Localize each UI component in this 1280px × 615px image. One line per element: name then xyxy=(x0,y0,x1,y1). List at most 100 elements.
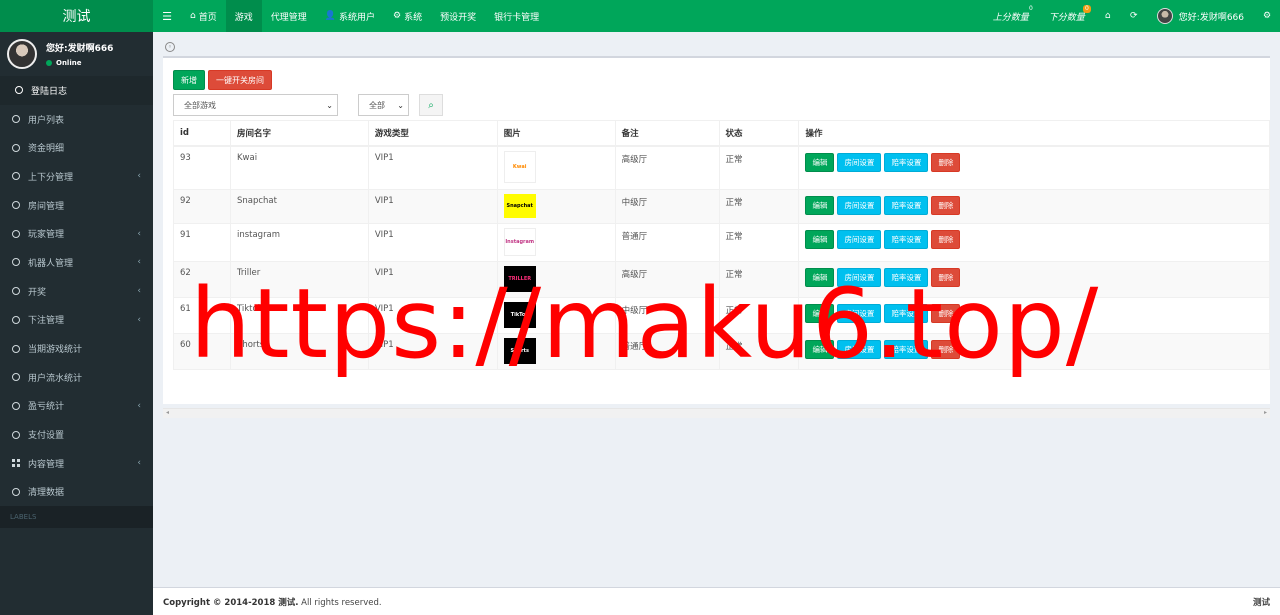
sidebar-item-14[interactable]: 清理数据 xyxy=(0,478,153,507)
delete-button[interactable]: 删除 xyxy=(931,196,961,215)
type-select[interactable]: 全部 ⌄ xyxy=(358,94,409,116)
home-icon[interactable]: ⌂ xyxy=(1095,0,1121,32)
home-icon: ⌂ xyxy=(190,11,196,21)
odds-settings-button[interactable]: 赔率设置 xyxy=(884,268,929,287)
circle-icon xyxy=(12,401,20,410)
nav-item-6[interactable]: 银行卡管理 xyxy=(485,0,548,32)
delete-button[interactable]: 删除 xyxy=(931,230,961,249)
room-settings-button[interactable]: 房间设置 xyxy=(837,152,882,172)
search-button[interactable]: ⌕ xyxy=(419,94,443,116)
sidebar-item-3[interactable]: 上下分管理 ‹ xyxy=(0,162,153,191)
horizontal-scrollbar[interactable]: ◂ ▸ xyxy=(163,408,1270,418)
nav-item-1[interactable]: 游戏 xyxy=(225,0,262,32)
app-logo[interactable]: 测试 xyxy=(0,0,153,32)
cell-note: 高级厅 xyxy=(614,261,720,298)
sidebar-item-9[interactable]: 当期游戏统计 xyxy=(0,334,153,363)
odds-settings-button[interactable]: 赔率设置 xyxy=(884,152,929,172)
table-row: 92 Snapchat VIP1 Snapchat 中级厅 正常 编辑 房间设置 赔率设置 删除 xyxy=(173,189,1270,224)
room-settings-button[interactable]: 房间设置 xyxy=(837,268,882,287)
delete-button[interactable]: 删除 xyxy=(931,268,961,287)
edit-button[interactable]: 编辑 xyxy=(805,340,835,359)
table-row: 62 Triller VIP1 TRILLER 高级厅 正常 编辑 房间设置 赔率设置 删除 xyxy=(173,261,1270,298)
sidebar-item-6[interactable]: 机器人管理 ‹ xyxy=(0,248,153,277)
footer: Copyright © 2014-2018 测试. All rights res… xyxy=(153,587,1280,615)
sidebar-item-13[interactable]: 内容管理 ‹ xyxy=(0,449,153,478)
up-points-badge: 0 xyxy=(1028,5,1033,12)
sidebar-item-2[interactable]: 资金明细 xyxy=(0,133,153,162)
add-button[interactable]: 新增 xyxy=(173,70,205,90)
refresh-icon[interactable]: ⟳ xyxy=(1121,0,1147,32)
user-menu[interactable]: 您好:发财啊666 xyxy=(1147,0,1254,32)
edit-button[interactable]: 编辑 xyxy=(805,268,835,287)
app-title: 测试 xyxy=(62,9,91,25)
up-points-label: 上分数量 xyxy=(992,12,1029,23)
sidebar-item-5[interactable]: 玩家管理 ‹ xyxy=(0,219,153,248)
menu-icon[interactable]: ☰ xyxy=(153,0,181,32)
dashboard-icon[interactable]: ◦ xyxy=(165,42,175,52)
sidebar-item-11[interactable]: 盈亏统计 ‹ xyxy=(0,392,153,421)
toggle-rooms-button[interactable]: 一键开关房间 xyxy=(208,70,272,90)
row-actions: 编辑 房间设置 赔率设置 删除 xyxy=(805,230,1263,249)
sidebar-item-0[interactable]: 登陆日志 xyxy=(0,76,153,105)
edit-button[interactable]: 编辑 xyxy=(805,152,835,172)
nav-item-label: 系统用户 xyxy=(338,12,375,23)
sidebar-item-10[interactable]: 用户流水统计 xyxy=(0,363,153,392)
nav-item-0[interactable]: ⌂ 首页 xyxy=(181,0,226,32)
sidebar-item-label: 上下分管理 xyxy=(28,172,74,183)
cell-type: VIP1 xyxy=(367,261,498,298)
circle-icon xyxy=(12,430,20,439)
cell-status: 正常 xyxy=(718,261,800,298)
row-actions: 编辑 房间设置 赔率设置 删除 xyxy=(805,304,1263,323)
nav-item-3[interactable]: 👤 系统用户 xyxy=(316,0,384,32)
cell-id: 93 xyxy=(173,145,231,190)
chevron-down-icon: ⌄ xyxy=(326,100,333,110)
column-header: 备注 xyxy=(614,120,720,147)
main-content: ◦ 新增 一键开关房间 全部游戏 ⌄ 全部 ⌄ ⌕ id 房间名字 游戏类型 图片 备注… xyxy=(153,32,1280,587)
delete-button[interactable]: 删除 xyxy=(931,304,961,323)
edit-button[interactable]: 编辑 xyxy=(805,304,835,323)
nav-item-5[interactable]: 预设开奖 xyxy=(431,0,485,32)
edit-button[interactable]: 编辑 xyxy=(805,230,835,249)
sidebar: 您好:发财啊666 Online 登陆日志 用户列表 资金明细 上下分管理 ‹ 房间管理玩… xyxy=(0,32,153,615)
user-panel: 您好:发财啊666 Online xyxy=(0,32,153,76)
cell-name: Snapchat xyxy=(229,189,369,224)
odds-settings-button[interactable]: 赔率设置 xyxy=(884,230,929,249)
sidebar-item-7[interactable]: 开奖 ‹ xyxy=(0,277,153,306)
nav-right: 上分数量 0 下分数量 0 ⌂ ⟳ 您好:发财啊666 ⚙ xyxy=(983,0,1280,32)
sidebar-item-1[interactable]: 用户列表 xyxy=(0,105,153,134)
user-icon: 👤 xyxy=(324,11,336,21)
cell-name: Tiktok xyxy=(229,297,369,334)
sidebar-item-8[interactable]: 下注管理 ‹ xyxy=(0,306,153,335)
up-points-link[interactable]: 上分数量 0 xyxy=(983,0,1039,32)
sidebar-item-4[interactable]: 房间管理 xyxy=(0,191,153,220)
scroll-left-icon[interactable]: ◂ xyxy=(166,409,169,416)
delete-button[interactable]: 删除 xyxy=(931,340,961,359)
room-settings-button[interactable]: 房间设置 xyxy=(837,230,882,249)
circle-icon xyxy=(12,229,20,238)
scroll-right-icon[interactable]: ▸ xyxy=(1264,409,1267,416)
cell-note: 高级厅 xyxy=(614,145,720,190)
room-settings-button[interactable]: 房间设置 xyxy=(837,304,882,323)
sidebar-section-header: LABELS xyxy=(0,506,153,529)
cell-name: Triller xyxy=(229,261,369,298)
room-settings-button[interactable]: 房间设置 xyxy=(837,196,882,215)
room-settings-button[interactable]: 房间设置 xyxy=(837,340,882,359)
cell-note: 中级厅 xyxy=(614,297,720,334)
nav-item-2[interactable]: 代理管理 xyxy=(262,0,316,32)
odds-settings-button[interactable]: 赔率设置 xyxy=(884,340,929,359)
room-image: Shorts xyxy=(503,338,536,364)
delete-button[interactable]: 删除 xyxy=(931,152,961,172)
toolbar: 新增 一键开关房间 xyxy=(173,70,272,90)
game-select[interactable]: 全部游戏 ⌄ xyxy=(173,94,338,116)
nav-item-label: 首页 xyxy=(198,12,217,23)
down-points-link[interactable]: 下分数量 0 xyxy=(1039,0,1095,32)
column-header: 房间名字 xyxy=(229,120,369,147)
odds-settings-button[interactable]: 赔率设置 xyxy=(884,196,929,215)
settings-gears-icon[interactable]: ⚙ xyxy=(1254,0,1280,32)
sidebar-item-label: 内容管理 xyxy=(28,459,65,470)
sidebar-item-12[interactable]: 支付设置 xyxy=(0,420,153,449)
odds-settings-button[interactable]: 赔率设置 xyxy=(884,304,929,323)
nav-item-4[interactable]: ⚙ 系统 xyxy=(384,0,431,32)
edit-button[interactable]: 编辑 xyxy=(805,196,835,215)
room-image: TikTok xyxy=(503,302,536,328)
